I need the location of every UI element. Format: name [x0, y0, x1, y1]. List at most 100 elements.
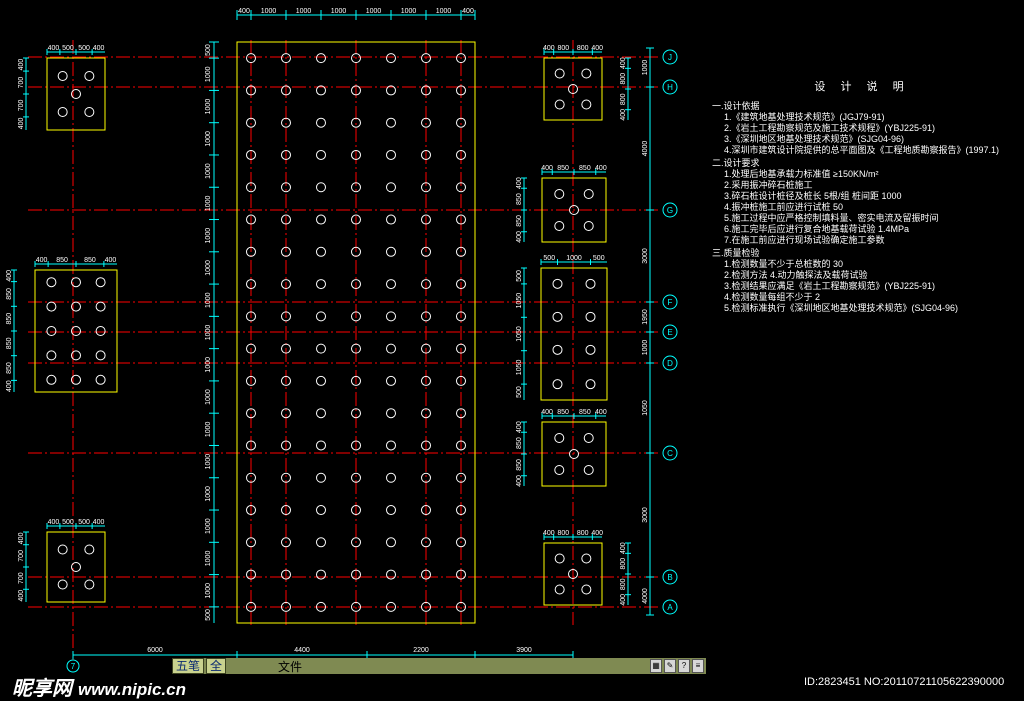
- dimension-label: 3000: [642, 507, 649, 523]
- pile-circle: [57, 107, 68, 117]
- dimension-label: 700: [18, 572, 25, 584]
- pile-circle: [552, 344, 563, 355]
- dimension-label: 800: [620, 93, 627, 105]
- pile-circle: [554, 189, 565, 199]
- dimension-label: 400: [18, 590, 25, 602]
- pile-circle: [316, 279, 326, 290]
- pile-circle: [84, 71, 95, 81]
- dimension-label: 850: [579, 409, 591, 416]
- notes-section: 一.设计依据 1.《建筑地基处理技术规范》(JGJ79-91) 2.《岩土工程勘察规…: [712, 101, 1012, 156]
- pile-cap-outline: [541, 421, 607, 487]
- dimension-label: 850: [6, 337, 13, 349]
- ime-statusbar: 五笔 全 文件 ▦ ✎ ? ≡: [172, 658, 706, 674]
- dimension-label: 1000: [205, 228, 212, 244]
- notes-item: 4.振冲桩施工前应进行试桩 50: [724, 202, 844, 212]
- dimension-label: 1000: [436, 8, 452, 15]
- dimension-label: 6000: [147, 647, 163, 654]
- dimension-label: 400: [620, 57, 627, 69]
- dimension-label: 700: [18, 100, 25, 112]
- pile-circle: [583, 189, 594, 199]
- axis-bubble-label: E: [667, 328, 672, 337]
- notes-item: 5.施工过程中应严格控制填料量、密实电流及留振时间: [724, 213, 939, 223]
- ime-help-icon[interactable]: ?: [678, 659, 690, 673]
- dimension-label: 800: [620, 578, 627, 590]
- notes-item: 3.碎石桩设计桩径及桩长 5根/组 桩间距 1000: [724, 191, 902, 201]
- dimension-label: 800: [577, 530, 589, 537]
- ime-menu-icon[interactable]: ≡: [692, 659, 704, 673]
- dimension-label: 1000: [205, 66, 212, 82]
- dimension-label: 500: [205, 44, 212, 56]
- dimension-label: 1000: [205, 292, 212, 308]
- pile-circle: [581, 68, 592, 79]
- dimension-label: 1000: [205, 486, 212, 502]
- dimension-label: 400: [18, 118, 25, 130]
- dimension-label: 1000: [401, 8, 417, 15]
- pile-circle: [57, 544, 68, 555]
- pile-circle: [583, 465, 594, 475]
- dimension-label: 500: [593, 255, 605, 262]
- ime-file-label: 文件: [278, 659, 303, 674]
- pile-circle: [316, 246, 326, 257]
- dimension-label: 850: [557, 409, 569, 416]
- dimension-label: 1000: [205, 583, 212, 599]
- pile-circle: [552, 278, 563, 289]
- pile-circle: [386, 343, 396, 354]
- dimension-label: 1000: [205, 131, 212, 147]
- dimension-label: 400: [595, 409, 607, 416]
- notes-section-heading: 一.设计依据: [712, 101, 760, 111]
- pile-circle: [316, 214, 326, 225]
- dimension-label: 850: [84, 257, 96, 264]
- ime-fullwidth-button[interactable]: 全: [206, 658, 227, 674]
- ime-settings-icon[interactable]: ✎: [664, 659, 676, 673]
- pile-circle: [554, 433, 565, 443]
- dimension-label: 400: [516, 231, 523, 243]
- dimension-label: 1000: [205, 421, 212, 437]
- dimension-label: 3900: [516, 647, 532, 654]
- pile-circle: [583, 221, 594, 231]
- watermark-url: www.nipic.cn: [78, 680, 186, 699]
- pile-circle: [46, 350, 57, 361]
- pile-circle: [84, 579, 95, 590]
- dimension-label: 400: [620, 109, 627, 121]
- dimension-label: 500: [78, 45, 90, 52]
- dimension-label: 400: [543, 45, 555, 52]
- dimension-label: 1000: [205, 260, 212, 276]
- pile-circle: [46, 326, 57, 336]
- notes-item: 1.《建筑地基处理技术规范》(JGJ79-91): [724, 112, 885, 122]
- pile-circle: [95, 326, 106, 336]
- watermark-logo: 昵享网 www.nipic.cn: [12, 672, 186, 701]
- axis-bubble-label: D: [667, 359, 673, 368]
- dimension-label: 500: [205, 609, 212, 621]
- dimension-label: 400: [620, 542, 627, 554]
- dimension-label: 1050: [516, 293, 523, 309]
- dimension-label: 400: [105, 257, 117, 264]
- dimension-label: 400: [6, 380, 13, 392]
- axis-bubble-label: J: [668, 53, 672, 62]
- dimension-label: 1000: [642, 340, 649, 356]
- dimension-label: 800: [620, 558, 627, 570]
- dimension-label: 400: [541, 409, 553, 416]
- dimension-label: 800: [557, 530, 569, 537]
- dimension-label: 500: [516, 386, 523, 398]
- notes-title: 设 计 说 明: [814, 81, 910, 93]
- pile-circle: [386, 214, 396, 225]
- pile-circle: [554, 584, 565, 595]
- dimension-label: 500: [516, 270, 523, 282]
- pile-circle: [46, 277, 57, 288]
- pile-circle: [585, 379, 596, 390]
- axis-bubble-label: A: [667, 603, 673, 612]
- pile-circle: [585, 344, 596, 355]
- ime-keyboard-icon[interactable]: ▦: [650, 659, 662, 673]
- pile-circle: [585, 311, 596, 322]
- dimension-label: 4000: [642, 141, 649, 157]
- dimension-label: 1000: [205, 518, 212, 534]
- pile-circle: [95, 277, 106, 288]
- dimension-label: 400: [620, 594, 627, 606]
- dimension-label: 1950: [642, 309, 649, 325]
- pile-circle: [95, 350, 106, 361]
- pile-circle: [95, 301, 106, 312]
- dimension-label: 700: [18, 550, 25, 562]
- ime-tray-icons: ▦ ✎ ? ≡: [650, 659, 706, 673]
- dimension-label: 400: [591, 45, 603, 52]
- dimension-label: 400: [591, 530, 603, 537]
